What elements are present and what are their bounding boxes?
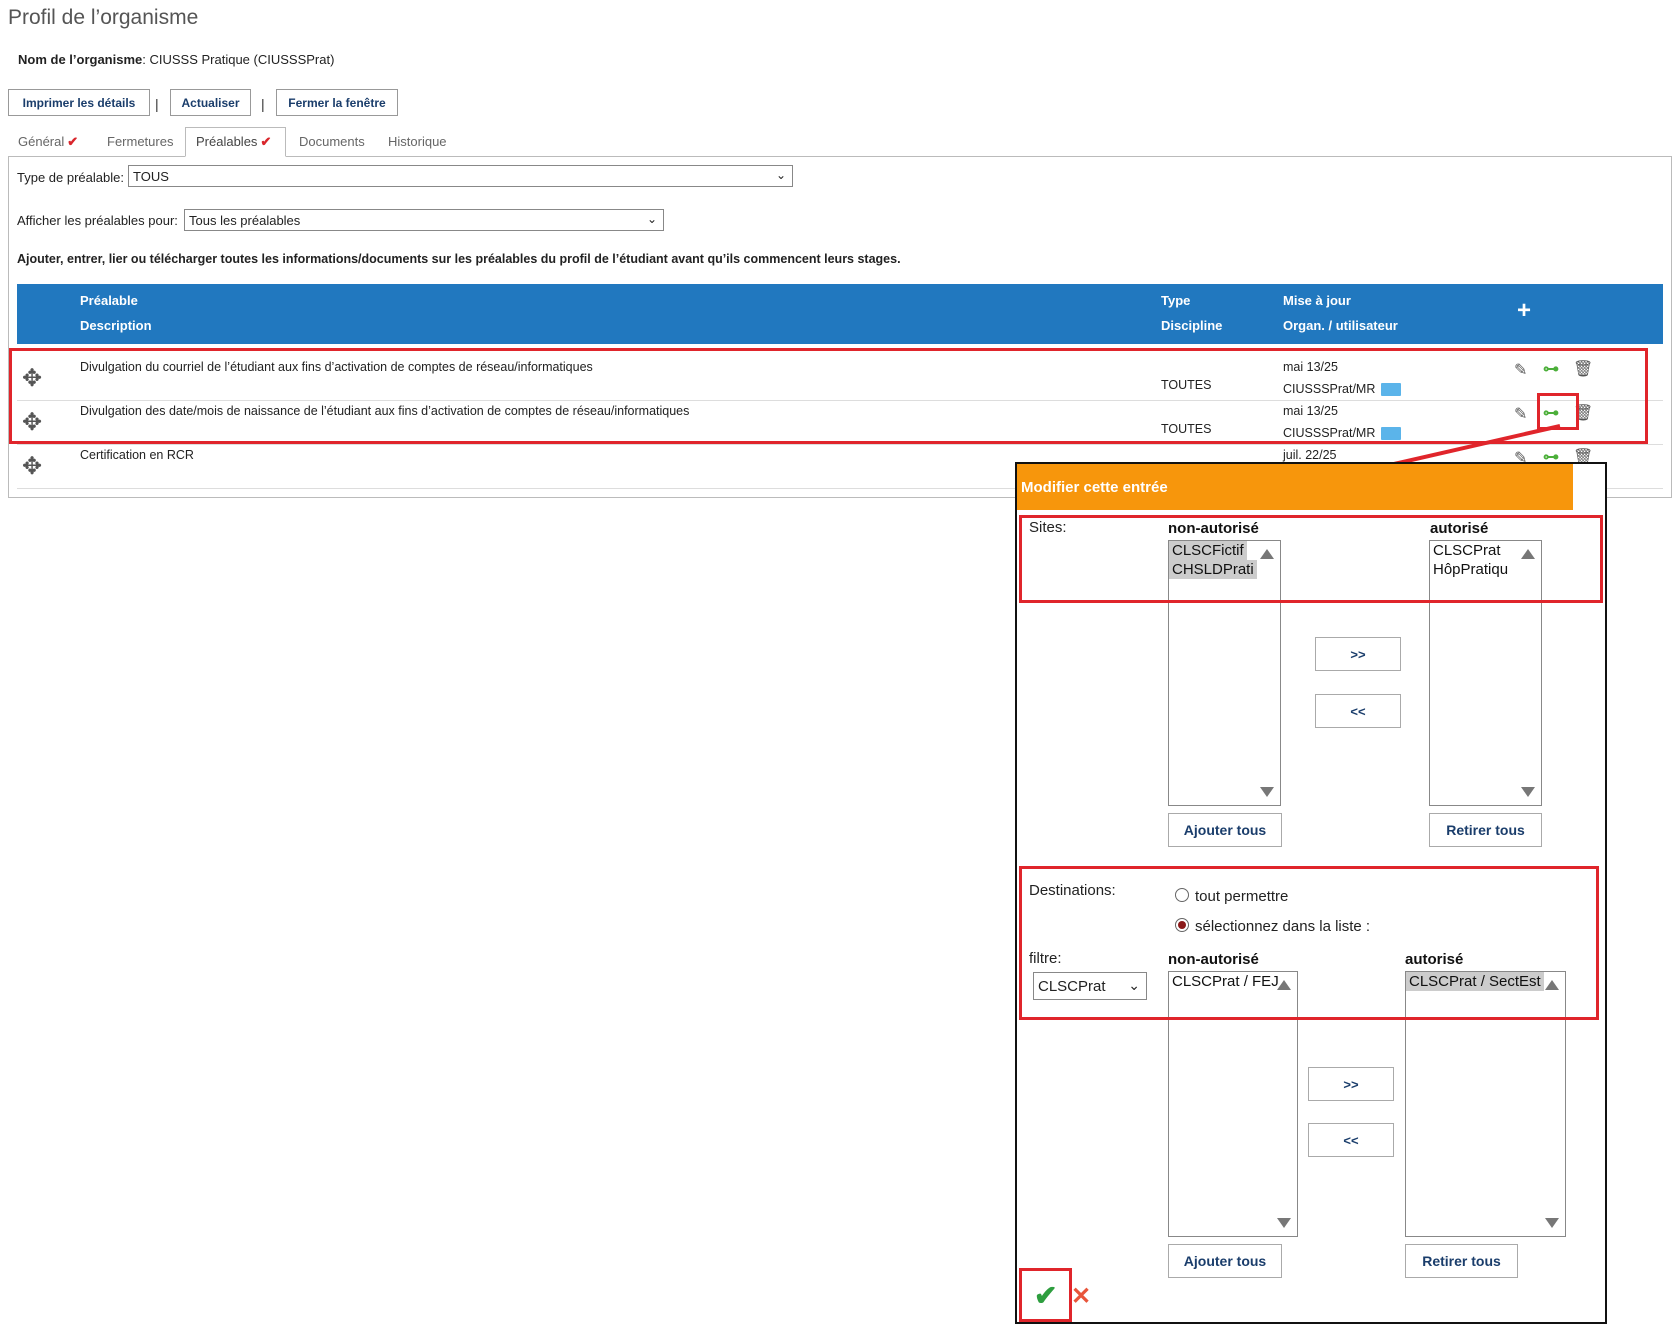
col-updated-header: Mise à jour — [1283, 293, 1351, 308]
scroll-down-icon[interactable] — [1521, 787, 1535, 797]
show-filter-label: Afficher les préalables pour: — [17, 213, 178, 228]
prerequisite-name: Certification en RCR — [80, 448, 194, 462]
confirm-highlight-box — [1019, 1268, 1072, 1322]
toolbar-separator: | — [261, 96, 265, 112]
tab-label: Documents — [299, 134, 365, 149]
col-prerequisite-header: Préalable — [80, 293, 138, 308]
dest-add-all-button[interactable]: Ajouter tous — [1168, 1244, 1282, 1278]
dest-remove-all-button[interactable]: Retirer tous — [1405, 1244, 1518, 1278]
scroll-down-icon[interactable] — [1545, 1218, 1559, 1228]
col-type-header: Type — [1161, 293, 1191, 308]
sites-move-left-button[interactable]: << — [1315, 694, 1401, 728]
tab-closures[interactable]: Fermetures — [107, 134, 173, 149]
org-name-line: Nom de l’organisme: CIUSSS Pratique (CIU… — [18, 52, 334, 67]
sites-move-right-button[interactable]: >> — [1315, 637, 1401, 671]
org-name-label: Nom de l’organisme — [18, 52, 143, 67]
show-filter-select[interactable]: Tous les préalables ⌄ — [184, 209, 664, 231]
col-description-header: Description — [80, 318, 152, 333]
refresh-button[interactable]: Actualiser — [170, 89, 251, 116]
print-details-button[interactable]: Imprimer les détails — [8, 89, 150, 116]
tab-general[interactable]: Général ✔ — [18, 134, 78, 150]
tab-label: Préalables — [196, 134, 258, 149]
page-title: Profil de l’organisme — [8, 6, 199, 29]
tab-documents[interactable]: Documents — [299, 134, 365, 149]
instructions-text: Ajouter, entrer, lier ou télécharger tou… — [17, 252, 901, 266]
sites-add-all-button[interactable]: Ajouter tous — [1168, 813, 1282, 847]
table-header: Préalable Description Type Discipline Mi… — [17, 284, 1663, 344]
check-icon: ✔ — [260, 134, 272, 149]
add-prerequisite-button[interactable]: + — [1517, 297, 1531, 325]
scroll-down-icon[interactable] — [1277, 1218, 1291, 1228]
type-filter-label: Type de préalable: — [17, 170, 124, 185]
col-org-user-header: Organ. / utilisateur — [1283, 318, 1398, 333]
modal-title: Modifier cette entrée — [1017, 464, 1573, 510]
tab-label: Historique — [388, 134, 447, 149]
tab-label: Fermetures — [107, 134, 174, 149]
sites-highlight-box — [1019, 515, 1603, 603]
dest-move-right-button[interactable]: >> — [1308, 1067, 1394, 1101]
tab-prerequisites[interactable]: Préalables ✔ — [196, 134, 271, 150]
type-filter-value: TOUS — [133, 168, 169, 184]
chevron-down-icon: ⌄ — [646, 212, 657, 226]
tab-label: Général — [18, 134, 65, 149]
dest-move-left-button[interactable]: << — [1308, 1123, 1394, 1157]
sites-remove-all-button[interactable]: Retirer tous — [1429, 813, 1542, 847]
tab-history[interactable]: Historique — [388, 134, 447, 149]
check-icon: ✔ — [67, 134, 79, 149]
org-name-value: : CIUSSS Pratique (CIUSSSPrat) — [142, 52, 335, 67]
show-filter-value: Tous les préalables — [189, 212, 301, 228]
destinations-highlight-box — [1019, 866, 1599, 1020]
col-discipline-header: Discipline — [1161, 318, 1223, 333]
close-window-button[interactable]: Fermer la fenêtre — [276, 89, 398, 116]
scroll-down-icon[interactable] — [1260, 787, 1274, 797]
chevron-down-icon: ⌄ — [775, 168, 786, 182]
cancel-icon[interactable]: ✕ — [1071, 1282, 1091, 1311]
type-filter-select[interactable]: TOUS ⌄ — [128, 165, 793, 187]
toolbar-separator: | — [155, 96, 159, 112]
move-icon[interactable]: ✥ — [22, 452, 42, 481]
